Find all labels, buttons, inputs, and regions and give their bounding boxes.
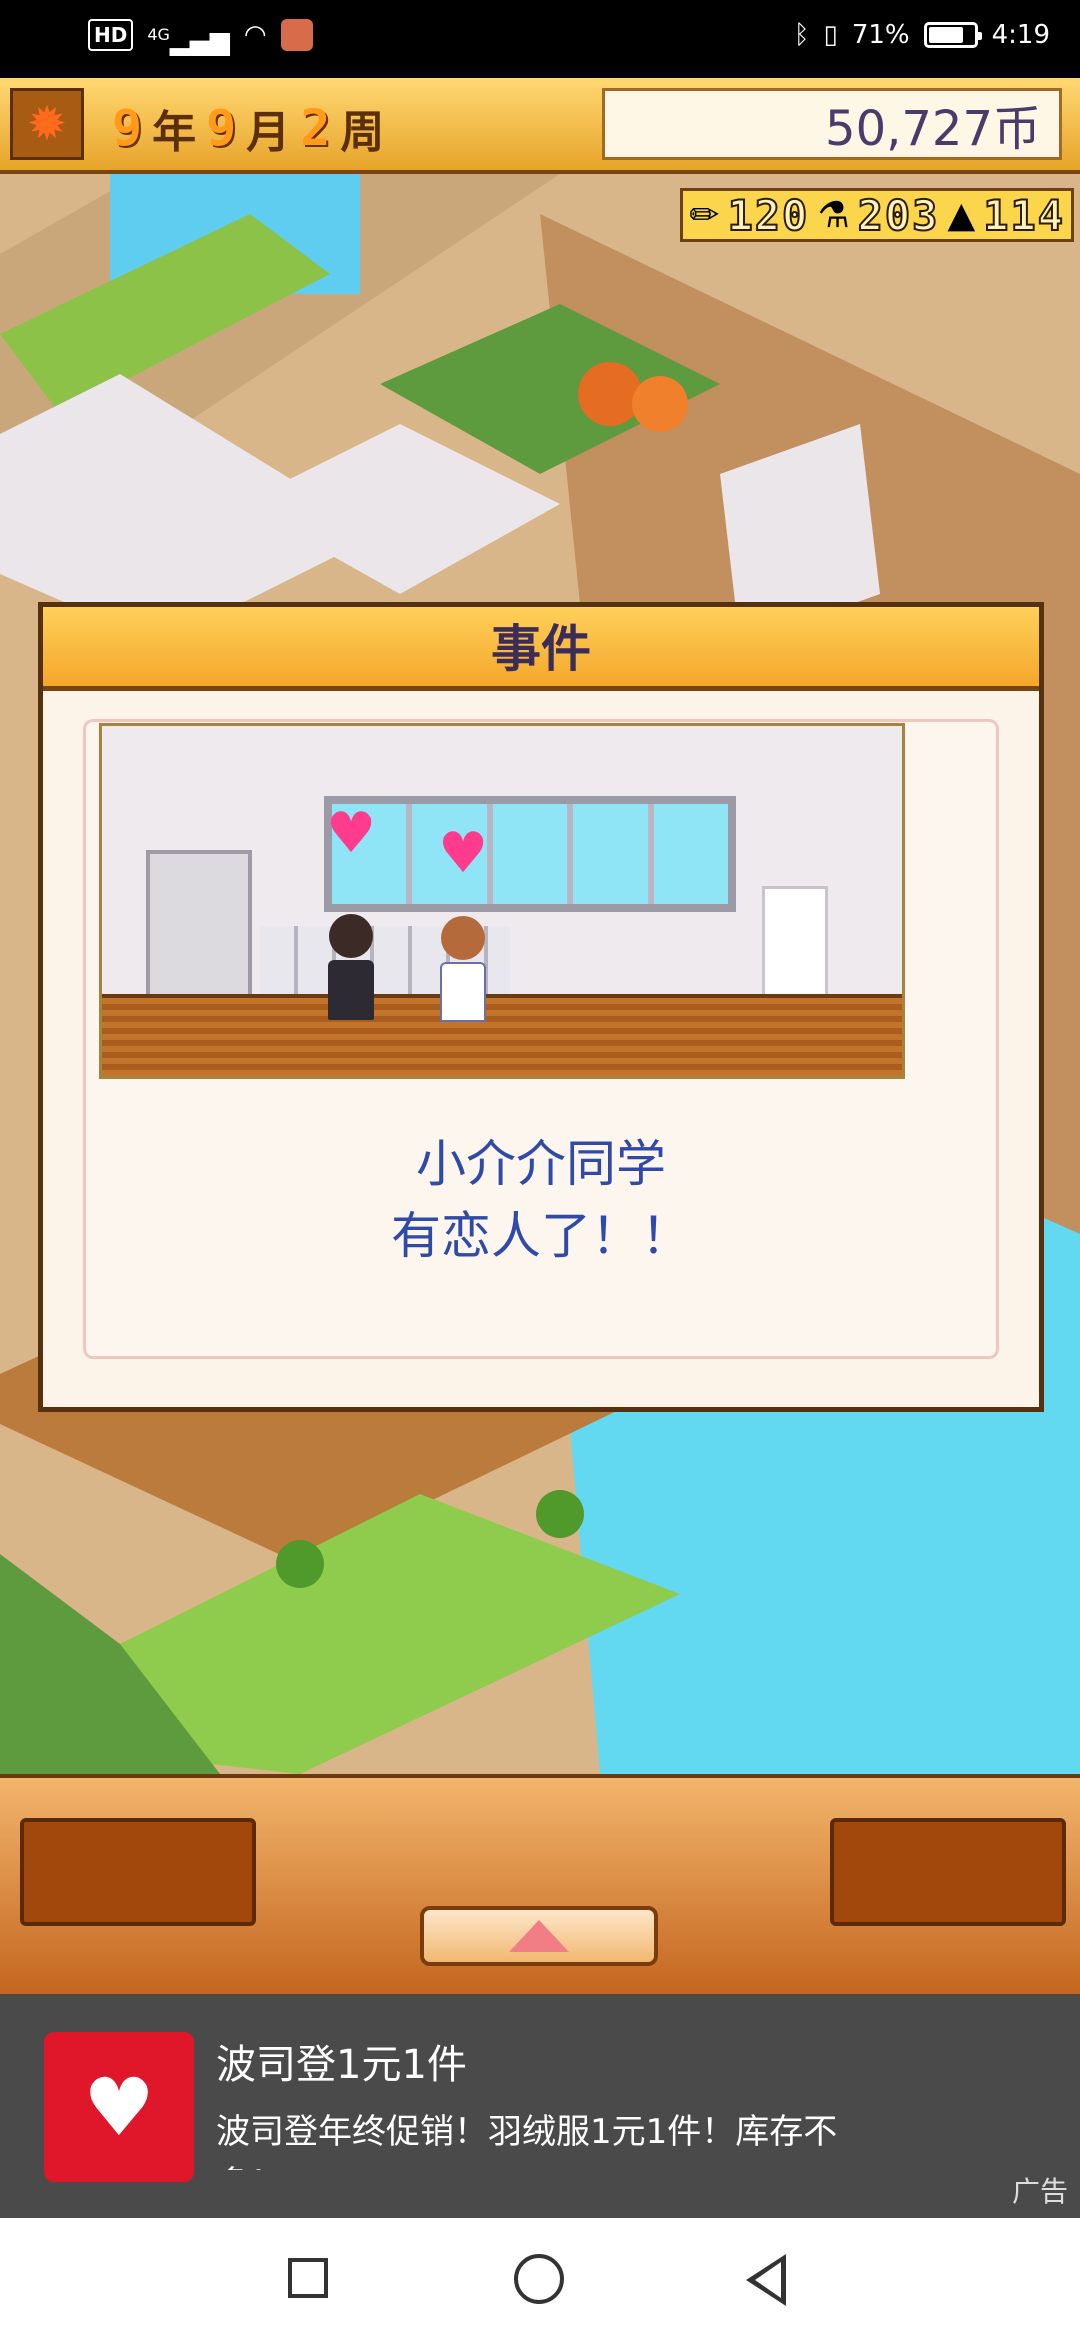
heart-icon: ♥	[326, 801, 377, 866]
right-menu-slot[interactable]	[830, 1818, 1066, 1926]
system-nav-bar	[0, 2218, 1080, 2340]
ad-label: 广告	[1011, 2175, 1068, 2208]
home-button[interactable]	[514, 2254, 564, 2304]
resource-pyramid-value: 114	[982, 190, 1065, 241]
event-message-line1: 小介介同学	[416, 1135, 666, 1193]
classroom-door	[146, 850, 252, 1000]
ad-description[interactable]: 波司登年终促销！羽绒服1元1件！库存不多！	[216, 2106, 856, 2170]
resource-pencil-value: 120	[726, 190, 810, 241]
recent-apps-button[interactable]	[288, 2258, 328, 2298]
back-button[interactable]	[746, 2254, 786, 2306]
ad-banner[interactable]: ♥ 波司登1元1件 波司登年终促销！羽绒服1元1件！库存不多！ 广告	[0, 1994, 1080, 2218]
status-bar: HD 4G▂▄▆ ◠ ᛒ ▯ 71% 4:19	[0, 0, 1080, 78]
bottom-control-panel	[0, 1774, 1080, 1994]
heart-icon: ♥	[438, 821, 489, 886]
date-year: 9	[112, 99, 143, 157]
date-week-unit: 周	[340, 107, 385, 158]
vibrate-icon: ▯	[823, 20, 838, 50]
maple-leaf-icon: ✹	[10, 88, 84, 160]
battery-percent: 71%	[851, 20, 910, 50]
ad-title[interactable]: 波司登1元1件	[216, 2032, 467, 2090]
game-top-bar: ✹ 9 年 9 月 2 周 50,727币	[0, 78, 1080, 174]
app-notification-icon	[280, 19, 313, 51]
bluetooth-icon: ᛒ	[793, 20, 810, 50]
status-right: ᛒ ▯ 71% 4:19	[794, 18, 1050, 52]
wifi-icon: ◠	[243, 20, 267, 50]
first-aid-cabinet	[762, 886, 828, 1002]
game-date: 9 年 9 月 2 周	[112, 96, 384, 160]
boy-student-sprite	[326, 914, 376, 1024]
pyramid-icon: ▲	[947, 194, 976, 236]
date-year-unit: 年	[152, 107, 197, 158]
battery-fill	[928, 27, 963, 43]
money-amount: 50,727币	[825, 101, 1041, 157]
money-display: 50,727币	[602, 88, 1062, 160]
resource-flask-value: 203	[857, 190, 940, 241]
signal-icon: 4G▂▄▆	[147, 25, 230, 57]
hd-icon: HD	[88, 19, 134, 51]
game-screen[interactable]: ✹ 9 年 9 月 2 周 50,727币 ✏ 120 ⚗ 203 ▲ 114 …	[0, 78, 1080, 1774]
battery-icon	[923, 22, 982, 48]
left-menu-slot[interactable]	[20, 1818, 256, 1926]
classroom-window	[324, 796, 736, 912]
network-type: 4G	[147, 25, 170, 44]
event-title: 事件	[43, 607, 1039, 691]
status-left: HD 4G▂▄▆ ◠	[88, 18, 313, 57]
expand-menu-button[interactable]	[420, 1906, 658, 1966]
date-week: 2	[300, 99, 331, 157]
pencil-icon: ✏	[689, 194, 720, 236]
date-month-unit: 月	[246, 107, 291, 158]
pinduoduo-logo-icon[interactable]: ♥	[44, 2032, 194, 2182]
event-dialog[interactable]: 事件 ♥ ♥ 小介介同学 有恋人了！！	[38, 602, 1044, 1412]
arrow-up-icon	[509, 1920, 569, 1952]
flask-icon: ⚗	[817, 194, 850, 236]
resource-bar: ✏ 120 ⚗ 203 ▲ 114	[680, 188, 1074, 242]
date-month: 9	[206, 99, 237, 157]
event-scene-image: ♥ ♥	[99, 723, 905, 1079]
clock: 4:19	[991, 20, 1050, 50]
event-message-line2: 有恋人了！！	[391, 1207, 691, 1265]
girl-student-sprite	[438, 916, 488, 1026]
classroom-floor	[102, 994, 902, 1076]
